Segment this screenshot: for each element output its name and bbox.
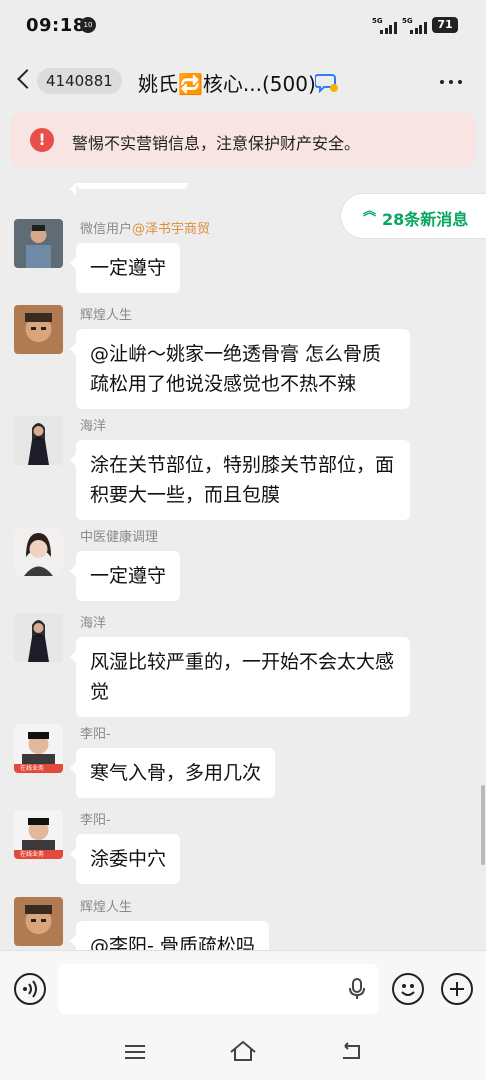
avatar[interactable]: 在线业务: [14, 724, 63, 773]
online-business-badge: 在线业务: [20, 765, 45, 772]
message-input[interactable]: [58, 964, 378, 1014]
message-bubble[interactable]: 涂在关节部位，特别膝关节部位，面积要大一些，而且包膜: [70, 440, 410, 520]
status-bar: 09:18 10 5G 5G 71: [0, 0, 486, 52]
sender-tag: @泽书宇商贸: [132, 222, 211, 237]
notification-badge-icon: 10: [80, 17, 96, 33]
back-nav-icon[interactable]: [339, 1040, 363, 1062]
sender-name: 海洋: [80, 419, 107, 434]
scam-warning-banner: ! 警惕不实营销信息，注意保护财产安全。: [10, 113, 476, 167]
avatar[interactable]: 在线业务: [14, 810, 63, 859]
message-bubble[interactable]: @李阳- 骨质疏松吗: [70, 921, 269, 950]
scrollbar[interactable]: [481, 785, 485, 865]
emoji-icon: [401, 984, 415, 996]
avatar[interactable]: [14, 219, 63, 268]
message-bubble[interactable]: 涂委中穴: [69, 834, 181, 884]
message-bubble[interactable]: @沚峅～姚家一绝透骨膏 怎么骨质疏松用了他说没感觉也不热不辣: [70, 329, 410, 409]
status-time: 09:18: [26, 15, 86, 36]
group-chat-icon: [315, 74, 338, 94]
online-business-badge: 在线业务: [20, 851, 45, 858]
sender-name: 微信用户@泽书宇商贸: [80, 222, 211, 237]
chat-header: 4140881 姚氏🔁核心...(500): [0, 52, 486, 110]
system-nav-bar: [0, 1028, 486, 1080]
battery-icon: 71: [432, 17, 458, 33]
signal-bars-2-icon: [410, 22, 427, 34]
add-button[interactable]: [441, 973, 473, 1005]
voice-icon: [23, 980, 37, 998]
avatar[interactable]: [14, 416, 63, 465]
unread-count-badge[interactable]: 4140881: [37, 68, 122, 94]
menu-icon[interactable]: [123, 1042, 147, 1062]
message-bubble[interactable]: 风湿比较严重的，一开始不会太大感觉: [70, 637, 410, 717]
avatar[interactable]: [14, 305, 63, 354]
double-up-arrow-icon: ︽: [363, 204, 377, 219]
home-icon[interactable]: [229, 1040, 257, 1062]
message-list[interactable]: 微信用户@泽书宇商贸 一定遵守 辉煌人生 @沚峅～姚家一绝透骨膏 怎么骨质疏松用…: [0, 183, 486, 950]
message-bubble[interactable]: 一定遵守: [69, 243, 181, 293]
signal-bars-icon: [380, 22, 397, 34]
input-bar: [0, 950, 486, 1028]
partial-message-bubble: [70, 183, 188, 195]
warning-text: 警惕不实营销信息，注意保护财产安全。: [72, 134, 361, 153]
sender-name: 辉煌人生: [80, 900, 133, 915]
avatar[interactable]: [14, 527, 63, 576]
sender-name: 辉煌人生: [80, 308, 133, 323]
sender-name: 李阳-: [80, 813, 111, 828]
warning-icon: !: [30, 128, 54, 152]
sender-name: 李阳-: [80, 727, 111, 742]
chat-title[interactable]: 姚氏🔁核心...(500): [138, 68, 316, 97]
avatar[interactable]: [14, 897, 63, 946]
sender-name: 海洋: [80, 616, 107, 631]
voice-input-button[interactable]: [14, 973, 46, 1005]
microphone-icon[interactable]: [348, 978, 366, 1000]
new-messages-button[interactable]: ︽ 28条新消息: [340, 193, 486, 239]
message-bubble[interactable]: 一定遵守: [69, 551, 181, 601]
emoji-button[interactable]: [392, 973, 424, 1005]
avatar[interactable]: [14, 613, 63, 662]
sender-name: 中医健康调理: [80, 530, 159, 545]
more-icon[interactable]: [440, 80, 462, 84]
new-messages-label: 28条新消息: [382, 210, 469, 229]
back-arrow-icon[interactable]: [17, 69, 37, 89]
message-bubble[interactable]: 寒气入骨，多用几次: [69, 748, 276, 798]
plus-icon: [450, 982, 464, 996]
